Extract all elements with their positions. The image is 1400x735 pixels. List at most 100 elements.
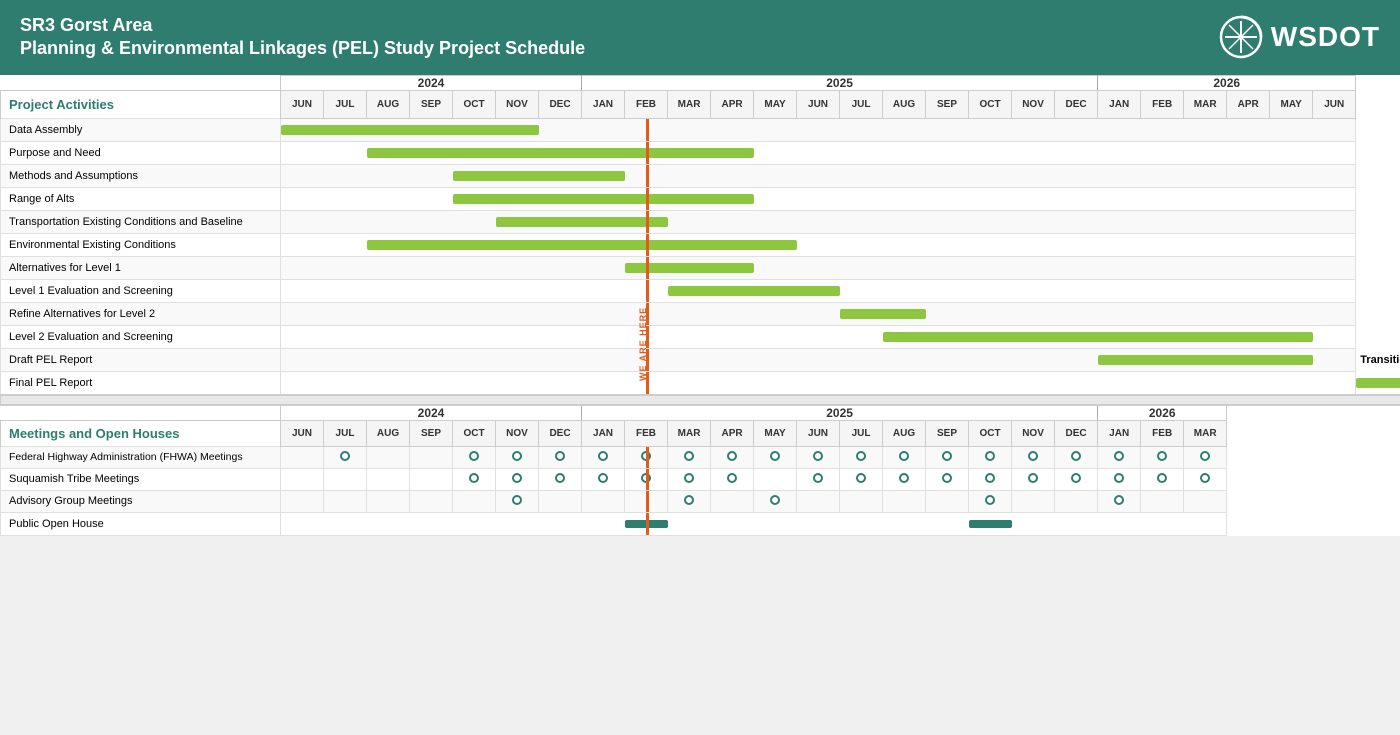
row-data-assembly: Data Assembly WE ARE HERE	[1, 118, 1400, 141]
header: SR3 Gorst Area Planning & Environmental …	[0, 0, 1400, 75]
today-line-11	[646, 349, 649, 371]
row-suquamish: Suquamish Tribe Meetings	[1, 468, 1400, 490]
bar-range-alts	[453, 194, 754, 204]
dot-fhwa-oct24	[453, 446, 496, 468]
row-open-house: Public Open House	[1, 512, 1400, 535]
month-nov24: NOV	[496, 90, 539, 118]
today-line-5	[646, 211, 649, 233]
bar-purpose-need	[367, 148, 754, 158]
dot-fhwa-may25	[754, 446, 797, 468]
label-data-assembly: Data Assembly	[1, 118, 281, 141]
label-open-house: Public Open House	[1, 512, 281, 535]
bar-draft-pel	[1098, 355, 1313, 365]
dot-fhwa-jun25	[797, 446, 840, 468]
section1-label: Project Activities	[1, 90, 281, 118]
dot-suq-aug25	[883, 468, 926, 490]
month-sep24: SEP	[410, 90, 453, 118]
dot-fhwa-jul25	[840, 446, 883, 468]
wsdot-logo: WSDOT	[1219, 15, 1380, 59]
bar-final-pel	[1356, 378, 1400, 388]
today-line-7	[646, 257, 649, 279]
label-refine-alts: Refine Alternatives for Level 2	[1, 302, 281, 325]
section2-header-row: Meetings and Open Houses JUN JUL AUG SEP…	[1, 420, 1400, 446]
dot-fhwa-dec24	[539, 446, 582, 468]
month-may26: MAY	[1270, 90, 1313, 118]
dot-suq-jun25	[797, 468, 840, 490]
month-jun26: JUN	[1313, 90, 1356, 118]
bar-data-assembly	[281, 125, 539, 135]
bar-level1-eval	[668, 286, 840, 296]
dot-fhwa-mar26	[1184, 446, 1227, 468]
label-env-conditions: Environmental Existing Conditions	[1, 233, 281, 256]
row-range-alts: Range of Alts	[1, 187, 1400, 210]
dot-suq-nov25	[1012, 468, 1055, 490]
month-feb25: FEB	[625, 90, 668, 118]
meet-year-2024: 2024	[281, 405, 582, 421]
dot-suq-oct24	[453, 468, 496, 490]
month-jan25: JAN	[582, 90, 625, 118]
today-line-9	[646, 303, 649, 325]
month-apr25: APR	[711, 90, 754, 118]
today-line-8	[646, 280, 649, 302]
month-aug25: AUG	[883, 90, 926, 118]
dot-fhwa-apr25	[711, 446, 754, 468]
row-level1-eval: Level 1 Evaluation and Screening	[1, 279, 1400, 302]
month-dec24: DEC	[539, 90, 582, 118]
section2-label: Meetings and Open Houses	[1, 420, 281, 446]
dot-adv-nov24	[496, 490, 539, 512]
row-env-conditions: Environmental Existing Conditions	[1, 233, 1400, 256]
label-suquamish: Suquamish Tribe Meetings	[1, 468, 281, 490]
today-line-12	[646, 372, 649, 394]
gantt-table: 2024 2025 2026 Project Activities JUN JU…	[0, 75, 1400, 536]
label-final-pel: Final PEL Report	[1, 371, 281, 395]
dot-fhwa-sep25	[926, 446, 969, 468]
label-draft-pel: Draft PEL Report	[1, 348, 281, 371]
meet-year-2025: 2025	[582, 405, 1098, 421]
bar-level2-eval	[883, 332, 1313, 342]
label-level1-eval: Level 1 Evaluation and Screening	[1, 279, 281, 302]
dot-fhwa-oct25	[969, 446, 1012, 468]
meet-year-2026: 2026	[1098, 405, 1227, 421]
label-alts-level1: Alternatives for Level 1	[1, 256, 281, 279]
year-2025: 2025	[582, 75, 1098, 90]
wsdot-text: WSDOT	[1271, 21, 1380, 53]
month-may25: MAY	[754, 90, 797, 118]
month-aug24: AUG	[367, 90, 410, 118]
year-header-row: 2024 2025 2026	[1, 75, 1400, 90]
dot-suq-feb25	[625, 468, 668, 490]
dot-fhwa-feb26	[1141, 446, 1184, 468]
month-jul24: JUL	[324, 90, 367, 118]
section-divider	[1, 395, 1400, 405]
dot-suq-jul25	[840, 468, 883, 490]
title-line2: Planning & Environmental Linkages (PEL) …	[20, 37, 585, 60]
dot-suq-feb26	[1141, 468, 1184, 490]
dot-adv-may25	[754, 490, 797, 512]
month-feb26: FEB	[1141, 90, 1184, 118]
wsdot-icon	[1219, 15, 1263, 59]
meetings-year-header-row: 2024 2025 2026	[1, 405, 1400, 421]
row-final-pel: Final PEL Report	[1, 371, 1400, 395]
row-draft-pel: Draft PEL Report	[1, 348, 1400, 371]
dot-fhwa-mar25	[668, 446, 711, 468]
dot-adv-jan26	[1098, 490, 1141, 512]
month-jul25: JUL	[840, 90, 883, 118]
month-apr26: APR	[1227, 90, 1270, 118]
bar-env-conditions	[367, 240, 797, 250]
dot-suq-jan25	[582, 468, 625, 490]
month-sep25: SEP	[926, 90, 969, 118]
today-line-2	[646, 142, 649, 164]
dot-adv-mar25	[668, 490, 711, 512]
label-advisory: Advisory Group Meetings	[1, 490, 281, 512]
label-methods: Methods and Assumptions	[1, 164, 281, 187]
today-line-10	[646, 326, 649, 348]
page: SR3 Gorst Area Planning & Environmental …	[0, 0, 1400, 536]
dot-fhwa-aug25	[883, 446, 926, 468]
dot-fhwa-nov25	[1012, 446, 1055, 468]
month-jun25: JUN	[797, 90, 840, 118]
month-jan26: JAN	[1098, 90, 1141, 118]
dot-suq-apr25	[711, 468, 754, 490]
dot-suq-mar26	[1184, 468, 1227, 490]
label-transport: Transportation Existing Conditions and B…	[1, 210, 281, 233]
row-transport: Transportation Existing Conditions and B…	[1, 210, 1400, 233]
bar-refine-alts	[840, 309, 926, 319]
